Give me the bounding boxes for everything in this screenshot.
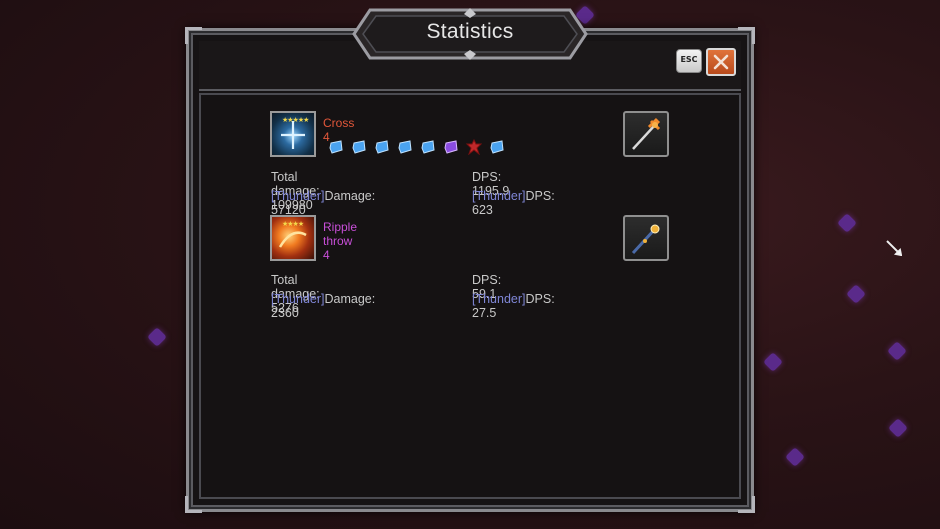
background-gem [887,341,907,361]
star-rating: ★★★★★ [282,116,309,124]
frame-corner [738,27,755,44]
page-title: Statistics [426,20,514,43]
blue-gem-icon [352,140,366,154]
statistics-panel [185,27,755,513]
background-gem [785,447,805,467]
purple-gem-icon [444,140,458,154]
scepter-icon[interactable] [623,215,669,261]
blue-gem-icon [421,140,435,154]
thunder-tag: [Thunder] [271,189,325,203]
background-gem [846,284,866,304]
thunder-tag: [Thunder] [472,292,526,306]
gem-slots [328,139,505,155]
title-plate: Statistics [352,8,588,60]
blue-gem-icon [490,140,504,154]
frame-corner [185,27,202,44]
close-icon [713,54,729,70]
background-gem [837,213,857,233]
frame-corner [185,496,202,513]
thunder-tag: [Thunder] [472,189,526,203]
background-gem [763,352,783,372]
blue-gem-icon [329,140,343,154]
frame-corner [738,496,755,513]
cross-skill-icon: ★★★★★ [270,111,316,157]
red-gem-icon [466,139,482,155]
cursor-sword-icon [886,240,902,256]
blue-gem-icon [398,140,412,154]
close-button[interactable] [706,48,736,76]
thunder-tag: [Thunder] [271,292,325,306]
blue-gem-icon [375,140,389,154]
thunder-damage-row: [Thunder]Damage: 2360 [271,292,375,320]
thunder-dps-row: [Thunder]DPS: 623 [472,189,555,217]
background-gem [888,418,908,438]
esc-key-icon[interactable]: ESC [676,49,702,73]
ripple-throw-skill-icon: ★★★★ [270,215,316,261]
cross-staff-icon[interactable] [623,111,669,157]
thunder-damage-row: [Thunder]Damage: 57120 [271,189,375,217]
weapon-name: Ripple throw 4 [323,220,358,262]
background-gem [147,327,167,347]
star-rating: ★★★★ [282,220,304,228]
thunder-dps-row: [Thunder]DPS: 27.5 [472,292,555,320]
